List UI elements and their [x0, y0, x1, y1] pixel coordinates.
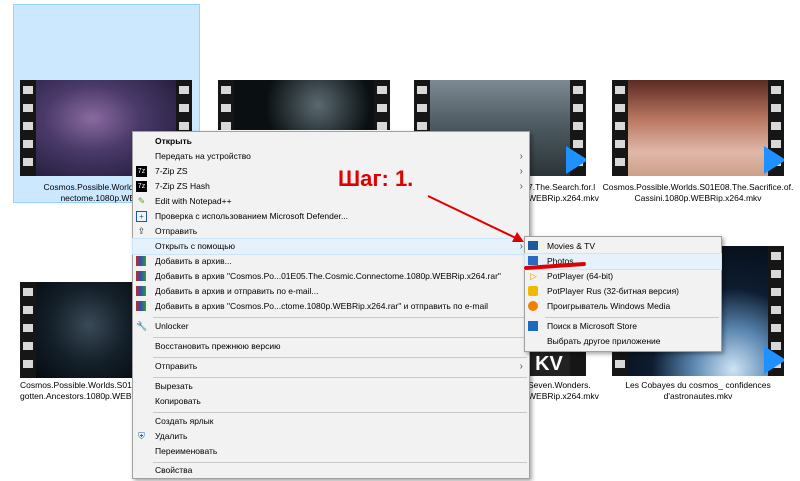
- menu-separator: [545, 317, 719, 318]
- unlocker-icon: 🔧: [136, 321, 148, 331]
- submenu-potplayer[interactable]: ▷ PotPlayer (64-bit): [525, 269, 721, 284]
- share-icon: ⇪: [137, 226, 146, 236]
- file-caption: Seven.Wonders. WEBRip.x264.mkv: [528, 380, 599, 401]
- menu-properties[interactable]: Свойства: [133, 463, 529, 478]
- menu-add-archive-rar-email[interactable]: Добавить в архив "Cosmos.Po...ctome.1080…: [133, 299, 529, 314]
- file-caption: Les Cobayes du cosmos_ confidences d'astr…: [625, 380, 771, 401]
- video-thumbnail[interactable]: [218, 80, 390, 130]
- file-caption: Cosmos.Possible.Worlds.S01E0 gotten.Ances…: [20, 380, 143, 401]
- winrar-icon: [136, 301, 146, 311]
- menu-separator: [153, 357, 527, 358]
- submenu-microsoft-store[interactable]: Поиск в Microsoft Store: [525, 319, 721, 334]
- menu-unlocker[interactable]: 🔧 Unlocker: [133, 319, 529, 334]
- menu-separator: [153, 337, 527, 338]
- 7zip-icon: 7z: [136, 181, 147, 192]
- photos-icon: [528, 256, 538, 265]
- menu-cut[interactable]: Вырезать: [133, 379, 529, 394]
- context-menu: Открыть Передать на устройство › 7z 7-Zip …: [132, 131, 530, 479]
- menu-create-shortcut[interactable]: Создать ярлык: [133, 414, 529, 429]
- menu-separator: [153, 377, 527, 378]
- menu-restore-previous[interactable]: Восстановить прежнюю версию: [133, 339, 529, 354]
- menu-add-archive-rar[interactable]: Добавить в архив "Cosmos.Po...01E05.The.…: [133, 269, 529, 284]
- menu-separator: [153, 412, 527, 413]
- step-annotation: Шаг: 1.: [338, 166, 414, 191]
- menu-open[interactable]: Открыть: [133, 134, 529, 149]
- shield-icon: ⛨: [138, 431, 145, 441]
- play-icon: ▷: [530, 271, 537, 281]
- menu-send-to-device[interactable]: Передать на устройство ›: [133, 149, 529, 164]
- menu-delete[interactable]: ⛨ Удалить: [133, 429, 529, 444]
- menu-separator: [153, 317, 527, 318]
- submenu-windows-media[interactable]: Проигрыватель Windows Media: [525, 299, 721, 314]
- media-player-icon: [528, 301, 538, 311]
- notepad-icon: ✎: [137, 196, 146, 206]
- menu-copy[interactable]: Копировать: [133, 394, 529, 409]
- chevron-right-icon: ›: [519, 151, 523, 162]
- chevron-right-icon: ›: [519, 361, 523, 372]
- winrar-icon: [136, 271, 146, 281]
- submenu-potplayer-rus[interactable]: PotPlayer Rus (32-битная версия): [525, 284, 721, 299]
- video-thumbnail[interactable]: KV: [528, 352, 586, 376]
- submenu-choose-other[interactable]: Выбрать другое приложение: [525, 334, 721, 349]
- file-caption: 7.The.Search.for.l WEBRip.x264.mkv: [528, 182, 599, 203]
- video-thumbnail[interactable]: [612, 80, 784, 176]
- annotation-arrow: [427, 195, 524, 242]
- menu-7zip-zs[interactable]: 7z 7-Zip ZS ›: [133, 164, 529, 179]
- menu-add-archive[interactable]: Добавить в архив...: [133, 254, 529, 269]
- file-caption: Cosmos.Possible.Worlds.S01E08.The.Sacrif…: [602, 182, 794, 203]
- submenu-movies-tv[interactable]: Movies & TV: [525, 239, 721, 254]
- winrar-icon: [136, 256, 146, 266]
- chevron-right-icon: ›: [519, 166, 523, 177]
- play-icon: [764, 146, 784, 174]
- play-icon: [566, 146, 586, 174]
- play-icon: [764, 346, 784, 374]
- menu-add-archive-email[interactable]: Добавить в архив и отправить по e-mail..…: [133, 284, 529, 299]
- open-with-submenu: Movies & TV Photos ▷ PotPlayer (64-bit) P…: [524, 236, 722, 352]
- store-icon: [528, 321, 538, 331]
- menu-rename[interactable]: Переименовать: [133, 444, 529, 459]
- winrar-icon: [136, 286, 146, 296]
- video-thumbnail[interactable]: [20, 282, 132, 378]
- 7zip-icon: 7z: [136, 166, 147, 177]
- menu-send-to[interactable]: Отправить ›: [133, 359, 529, 374]
- potplayer-icon: [528, 286, 538, 296]
- defender-icon: +: [136, 211, 147, 222]
